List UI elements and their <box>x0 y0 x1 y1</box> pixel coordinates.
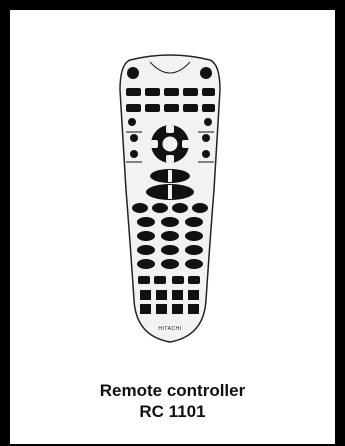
dpad-right-button <box>182 140 190 148</box>
side-button <box>130 150 138 158</box>
function-button <box>183 88 198 96</box>
function-button <box>202 104 215 112</box>
side-button <box>202 150 210 158</box>
function-button <box>183 104 198 112</box>
function-button <box>145 88 160 96</box>
dpad-down-button <box>166 155 174 163</box>
small-button <box>204 118 212 126</box>
small-button <box>128 118 136 126</box>
dpad-ok-button <box>161 135 179 153</box>
function-button <box>164 88 179 96</box>
function-button <box>126 88 141 96</box>
side-button <box>202 134 210 142</box>
power-button-icon <box>200 67 212 79</box>
function-button <box>164 104 179 112</box>
remote-controller-illustration: HITACHI <box>119 54 221 343</box>
dpad-left-button <box>150 140 158 148</box>
mute-button-icon <box>127 67 139 79</box>
dpad-up-button <box>166 125 174 133</box>
function-button <box>145 104 160 112</box>
caption-model: RC 1101 <box>139 402 206 421</box>
remote-brand-label: HITACHI <box>158 326 181 332</box>
frame-right-border <box>335 0 345 446</box>
frame-top-border <box>0 0 345 10</box>
side-button <box>130 134 138 142</box>
frame-left-border <box>0 0 10 446</box>
function-button <box>126 104 141 112</box>
function-button <box>202 88 215 96</box>
caption-title: Remote controller <box>99 381 246 400</box>
